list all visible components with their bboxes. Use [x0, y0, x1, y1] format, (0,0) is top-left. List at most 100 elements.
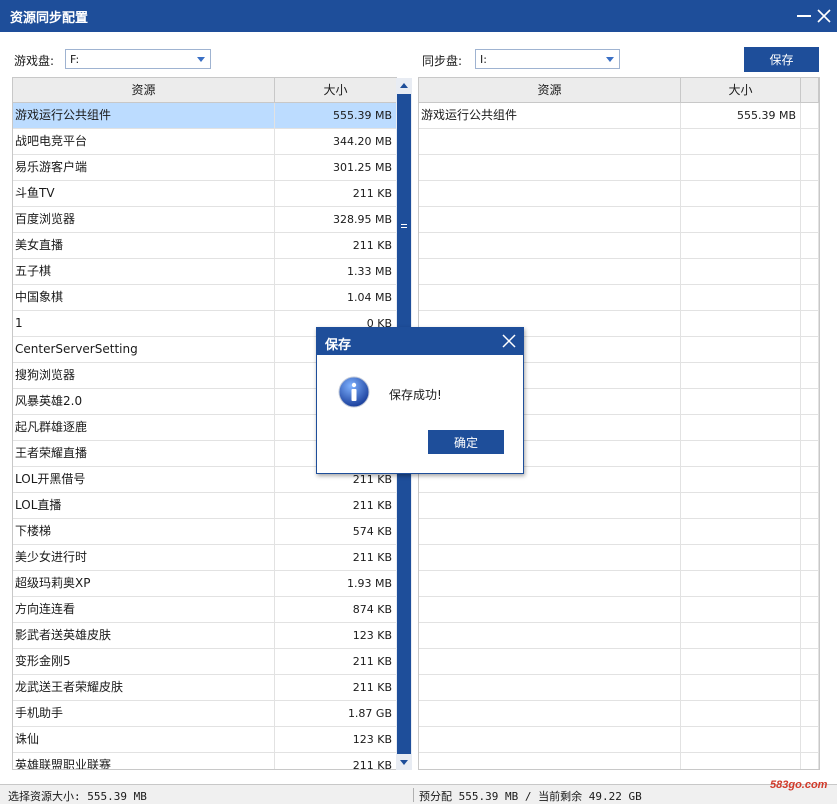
row-spacer: [801, 259, 819, 284]
table-row[interactable]: 手机助手 1.87 GB: [13, 701, 396, 727]
table-row[interactable]: 方向连连看 874 KB: [13, 597, 396, 623]
resource-name: [419, 675, 681, 700]
row-spacer: [801, 285, 819, 310]
scroll-up-icon[interactable]: [396, 78, 412, 94]
table-row[interactable]: 诛仙 123 KB: [13, 727, 396, 753]
resource-name: [419, 259, 681, 284]
resource-name: 战吧电竞平台: [13, 129, 275, 154]
table-row[interactable]: 易乐游客户端 301.25 MB: [13, 155, 396, 181]
table-row[interactable]: LOL直播 211 KB: [13, 493, 396, 519]
table-row[interactable]: 龙武送王者荣耀皮肤 211 KB: [13, 675, 396, 701]
scroll-down-icon[interactable]: [396, 754, 412, 770]
sync-disk-select[interactable]: I:: [475, 49, 620, 69]
resource-name: [419, 181, 681, 206]
empty-row: [419, 623, 819, 649]
resource-size: [681, 493, 801, 518]
resource-size: 555.39 MB: [681, 103, 801, 128]
table-row[interactable]: 美女直播 211 KB: [13, 233, 396, 259]
title-bar: 资源同步配置: [0, 0, 837, 32]
row-spacer: [801, 155, 819, 180]
resource-name: 起凡群雄逐鹿: [13, 415, 275, 440]
row-spacer: [801, 623, 819, 648]
row-spacer: [801, 363, 819, 388]
row-spacer: [801, 753, 819, 769]
table-row[interactable]: 斗鱼TV 211 KB: [13, 181, 396, 207]
table-row[interactable]: 百度浏览器 328.95 MB: [13, 207, 396, 233]
empty-row: [419, 155, 819, 181]
resource-name: LOL开黑借号: [13, 467, 275, 492]
dialog-close-button[interactable]: [500, 332, 518, 350]
table-row[interactable]: 中国象棋 1.04 MB: [13, 285, 396, 311]
resource-size: [681, 441, 801, 466]
resource-size: 211 KB: [275, 649, 396, 674]
resource-size: [681, 129, 801, 154]
dialog-title-bar: 保存: [317, 328, 523, 355]
table-row[interactable]: 五子棋 1.33 MB: [13, 259, 396, 285]
grip-icon: [401, 224, 407, 230]
dialog-message: 保存成功!: [389, 388, 442, 402]
resource-name: 英雄联盟职业联赛: [13, 753, 275, 769]
resource-size: [681, 181, 801, 206]
table-row[interactable]: 游戏运行公共组件 555.39 MB: [419, 103, 819, 129]
column-header-resource[interactable]: 资源: [419, 78, 681, 103]
resource-size: 211 KB: [275, 675, 396, 700]
resource-size: 211 KB: [275, 181, 396, 206]
table-row[interactable]: 影武者送英雄皮肤 123 KB: [13, 623, 396, 649]
row-spacer: [801, 519, 819, 544]
row-spacer: [801, 571, 819, 596]
table-row[interactable]: 战吧电竞平台 344.20 MB: [13, 129, 396, 155]
row-spacer: [801, 389, 819, 414]
resource-size: [681, 233, 801, 258]
resource-size: 344.20 MB: [275, 129, 396, 154]
resource-name: [419, 649, 681, 674]
resource-name: [419, 155, 681, 180]
table-row[interactable]: 变形金刚5 211 KB: [13, 649, 396, 675]
empty-row: [419, 571, 819, 597]
save-button[interactable]: 保存: [744, 47, 819, 72]
ok-button[interactable]: 确定: [428, 430, 504, 454]
empty-row: [419, 259, 819, 285]
resource-name: 下楼梯: [13, 519, 275, 544]
sync-disk-label: 同步盘:: [422, 54, 463, 68]
resource-size: [681, 675, 801, 700]
resource-size: [681, 389, 801, 414]
resource-name: 百度浏览器: [13, 207, 275, 232]
game-disk-select[interactable]: F:: [65, 49, 211, 69]
minimize-button[interactable]: [794, 6, 814, 26]
status-bar: 选择资源大小: 555.39 MB 预分配 555.39 MB / 当前剩余 4…: [0, 784, 837, 804]
row-spacer: [801, 545, 819, 570]
empty-row: [419, 727, 819, 753]
resource-size: 123 KB: [275, 727, 396, 752]
row-spacer: [801, 337, 819, 362]
resource-size: [681, 623, 801, 648]
row-spacer: [801, 701, 819, 726]
table-row[interactable]: 美少女进行时 211 KB: [13, 545, 396, 571]
column-header-size[interactable]: 大小: [275, 78, 396, 103]
resource-name: 游戏运行公共组件: [419, 103, 681, 128]
resource-size: 301.25 MB: [275, 155, 396, 180]
resource-name: [419, 129, 681, 154]
column-header-size[interactable]: 大小: [681, 78, 801, 103]
table-row[interactable]: 超级玛莉奥XP 1.93 MB: [13, 571, 396, 597]
resource-name: 斗鱼TV: [13, 181, 275, 206]
window-title: 资源同步配置: [10, 11, 89, 26]
table-row[interactable]: 英雄联盟职业联赛 211 KB: [13, 753, 396, 769]
resource-size: [681, 597, 801, 622]
row-spacer: [801, 493, 819, 518]
close-icon: [502, 334, 516, 348]
game-disk-value: F:: [70, 53, 80, 66]
resource-name: 诛仙: [13, 727, 275, 752]
watermark: 583go.com: [770, 779, 828, 791]
row-spacer: [801, 207, 819, 232]
allocation-status: 预分配 555.39 MB / 当前剩余 49.22 GB: [419, 790, 642, 803]
table-row[interactable]: 游戏运行公共组件 555.39 MB: [13, 103, 396, 129]
close-button[interactable]: [814, 6, 834, 26]
table-row[interactable]: 下楼梯 574 KB: [13, 519, 396, 545]
resource-name: [419, 285, 681, 310]
column-header-resource[interactable]: 资源: [13, 78, 275, 103]
row-spacer: [801, 415, 819, 440]
row-spacer: [801, 649, 819, 674]
resource-name: 五子棋: [13, 259, 275, 284]
resource-name: 美女直播: [13, 233, 275, 258]
resource-size: 1.93 MB: [275, 571, 396, 596]
